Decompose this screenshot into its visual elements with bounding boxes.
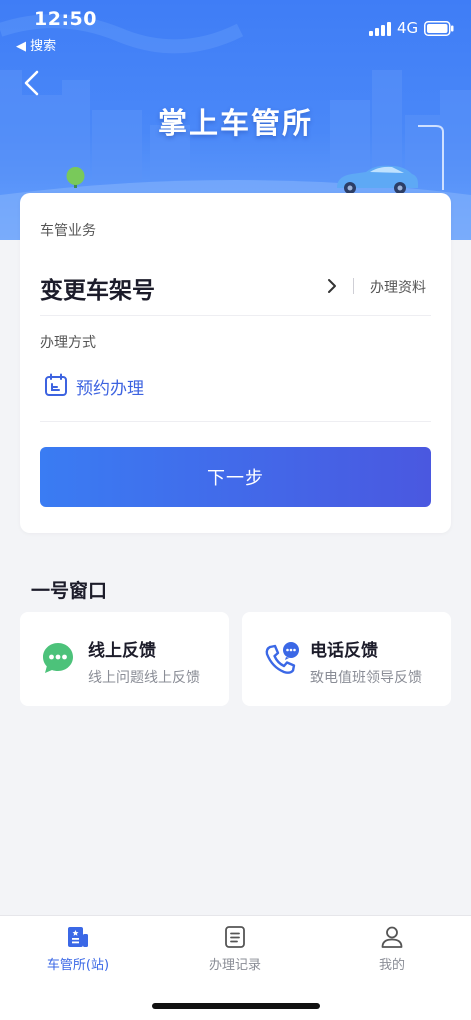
materials-link[interactable]: 办理资料 bbox=[370, 277, 426, 297]
feedback-subtitle: 致电值班领导反馈 bbox=[310, 670, 422, 686]
chevron-right-icon[interactable] bbox=[326, 278, 338, 294]
tab-label: 车管所(站) bbox=[46, 958, 110, 973]
user-icon bbox=[381, 926, 403, 948]
tab-label: 我的 bbox=[378, 958, 405, 973]
separator bbox=[353, 278, 354, 294]
back-arrow-icon[interactable] bbox=[22, 70, 42, 96]
home-indicator bbox=[152, 1003, 320, 1009]
method-value: 预约办理 bbox=[76, 379, 144, 399]
battery-icon bbox=[424, 21, 454, 36]
status-time: 12:50 bbox=[34, 8, 97, 30]
feedback-subtitle: 线上问题线上反馈 bbox=[88, 670, 200, 686]
signal-icon bbox=[369, 22, 391, 36]
network-type: 4G bbox=[397, 19, 419, 37]
status-bar: 12:50 ◀ 搜索 4G bbox=[0, 0, 471, 54]
business-name: 变更车架号 bbox=[40, 278, 155, 304]
back-to-app-link[interactable]: ◀ 搜索 bbox=[16, 35, 56, 54]
next-step-button[interactable]: 下一步 bbox=[40, 447, 431, 507]
tab-mine[interactable]: 我的 bbox=[337, 924, 447, 973]
method-label: 办理方式 bbox=[40, 335, 96, 351]
page-title: 掌上车管所 bbox=[157, 106, 313, 140]
feedback-title: 线上反馈 bbox=[88, 641, 156, 661]
divider bbox=[40, 421, 431, 422]
tab-label: 办理记录 bbox=[208, 958, 261, 973]
tab-station[interactable]: 车管所(站) bbox=[23, 924, 133, 973]
calendar-icon bbox=[45, 373, 67, 396]
section-title: 一号窗口 bbox=[31, 580, 108, 602]
phone-chat-icon bbox=[265, 642, 299, 674]
phone-feedback-card[interactable]: 电话反馈 致电值班领导反馈 bbox=[242, 612, 451, 706]
business-label: 车管业务 bbox=[40, 223, 96, 239]
tab-records[interactable]: 办理记录 bbox=[180, 924, 290, 973]
feedback-title: 电话反馈 bbox=[310, 641, 378, 661]
divider bbox=[40, 315, 431, 316]
station-icon bbox=[68, 927, 88, 947]
chat-bubble-icon bbox=[43, 643, 73, 673]
business-card: 车管业务 变更车架号 办理资料 办理方式 预约办理 下一步 bbox=[20, 193, 451, 533]
record-icon bbox=[225, 926, 245, 948]
online-feedback-card[interactable]: 线上反馈 线上问题线上反馈 bbox=[20, 612, 229, 706]
